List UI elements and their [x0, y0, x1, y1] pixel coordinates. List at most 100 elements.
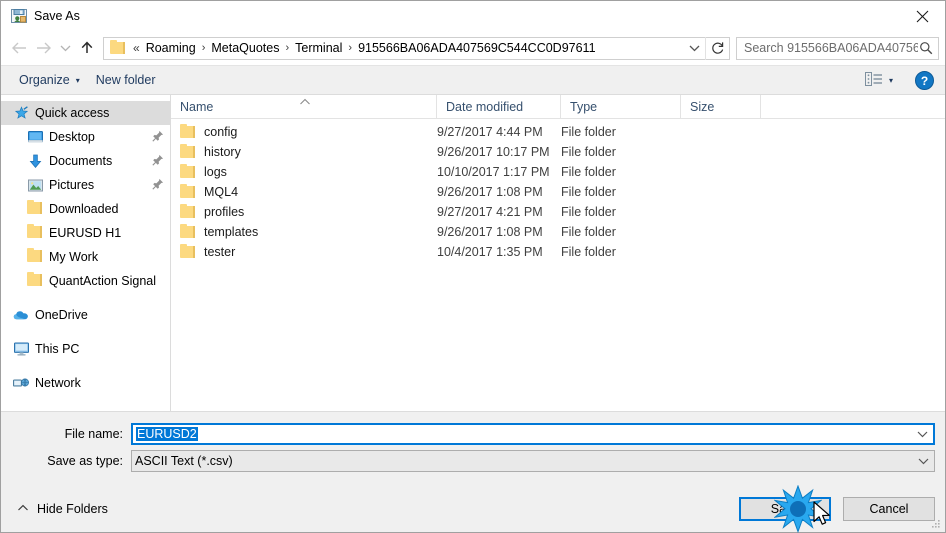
navigation-bar: « Roaming › MetaQuotes › Terminal › 9155…: [1, 31, 945, 65]
file-date: 9/27/2017 4:21 PM: [437, 205, 543, 219]
filename-input[interactable]: EURUSD2: [131, 423, 935, 445]
file-name-cell: profiles: [171, 204, 437, 219]
organize-button[interactable]: Organize ▾: [11, 70, 88, 90]
up-arrow-icon[interactable]: [75, 36, 99, 60]
folder-icon: [180, 184, 196, 199]
sidebar-item-network[interactable]: Network: [1, 371, 170, 395]
sidebar-item-documents[interactable]: Documents: [1, 149, 170, 173]
folder-icon: [27, 200, 43, 217]
this-pc-icon: [13, 341, 29, 357]
star-pin-icon: [13, 105, 29, 121]
forward-arrow-icon[interactable]: [31, 36, 55, 60]
save-as-dialog: Save As « Roaming › MetaQuotes › Termina…: [0, 0, 946, 533]
column-header-label: Type: [570, 99, 598, 114]
chevron-up-icon: [17, 504, 29, 515]
sidebar-item-my-work[interactable]: My Work: [1, 245, 170, 269]
filename-value-wrapper: EURUSD2: [133, 427, 198, 441]
save-button[interactable]: Save: [739, 497, 831, 521]
column-header-label: Name: [180, 99, 214, 114]
table-row[interactable]: config 9/27/2017 4:44 PM File folder: [171, 122, 945, 142]
breadcrumb-separator: ›: [201, 42, 206, 54]
filename-row: File name: EURUSD2: [11, 422, 935, 446]
cancel-button[interactable]: Cancel: [843, 497, 935, 521]
pin-icon[interactable]: [152, 154, 164, 169]
search-icon[interactable]: [918, 41, 934, 55]
hide-folders-button[interactable]: Hide Folders: [11, 502, 108, 516]
address-chevron-down-icon[interactable]: [683, 38, 705, 59]
sidebar-item-desktop[interactable]: Desktop: [1, 125, 170, 149]
file-type: File folder: [561, 225, 616, 239]
pin-icon[interactable]: [152, 178, 164, 193]
close-button[interactable]: [899, 1, 945, 31]
change-view-button[interactable]: ▾: [859, 70, 899, 91]
column-header-date-modified[interactable]: Date modified: [437, 94, 561, 119]
column-header-name[interactable]: Name: [171, 94, 437, 119]
filetype-select[interactable]: ASCII Text (*.csv): [131, 450, 935, 472]
address-bar[interactable]: « Roaming › MetaQuotes › Terminal › 9155…: [103, 36, 730, 60]
filetype-value: ASCII Text (*.csv): [135, 454, 233, 468]
onedrive-cloud-icon: [13, 307, 29, 323]
file-type: File folder: [561, 145, 616, 159]
file-type: File folder: [561, 165, 616, 179]
column-header-type[interactable]: Type: [561, 94, 681, 119]
breadcrumb-item-metaquotes[interactable]: MetaQuotes: [208, 40, 282, 56]
dialog-body: Quick access Desktop Documents Pictures …: [1, 94, 945, 411]
filename-chevron-down-icon[interactable]: [911, 425, 933, 443]
search-input[interactable]: Search 915566BA06ADA40756...: [744, 41, 918, 55]
filetype-row: Save as type: ASCII Text (*.csv): [11, 449, 935, 473]
title-bar: Save As: [1, 1, 945, 31]
organize-label: Organize: [19, 73, 70, 87]
file-name-cell: MQL4: [171, 184, 437, 199]
sidebar-item-quick-access[interactable]: Quick access: [1, 101, 170, 125]
help-icon[interactable]: ?: [913, 69, 935, 91]
breadcrumb-separator: ›: [348, 42, 353, 54]
breadcrumb: « Roaming › MetaQuotes › Terminal › 9155…: [132, 40, 683, 56]
table-row[interactable]: templates 9/26/2017 1:08 PM File folder: [171, 222, 945, 242]
sidebar-item-onedrive[interactable]: OneDrive: [1, 303, 170, 327]
resize-grip-icon[interactable]: [930, 518, 942, 530]
form-spacer: [11, 476, 935, 486]
sidebar-item-label: Desktop: [49, 130, 95, 144]
table-row[interactable]: MQL4 9/26/2017 1:08 PM File folder: [171, 182, 945, 202]
sidebar-item-label: QuantAction Signal: [49, 274, 157, 288]
breadcrumb-item-instance-id[interactable]: 915566BA06ADA407569C544CC0D97611: [355, 40, 598, 56]
sidebar-item-this-pc[interactable]: This PC: [1, 337, 170, 361]
search-box[interactable]: Search 915566BA06ADA40756...: [736, 36, 939, 60]
sidebar-item-label: Pictures: [49, 178, 95, 192]
table-row[interactable]: history 9/26/2017 10:17 PM File folder: [171, 142, 945, 162]
window-title: Save As: [34, 9, 80, 23]
sidebar-item-downloaded[interactable]: Downloaded: [1, 197, 170, 221]
sidebar-item-label: Network: [35, 376, 81, 390]
sidebar-group-divider: [1, 327, 170, 337]
new-folder-button[interactable]: New folder: [88, 70, 164, 90]
sidebar-item-pictures[interactable]: Pictures: [1, 173, 170, 197]
recent-locations-chevron-down-icon[interactable]: [55, 36, 75, 60]
sidebar-item-quantaction-signal[interactable]: QuantAction Signal: [1, 269, 170, 293]
view-chevron-down-icon: ▾: [888, 75, 893, 85]
folder-icon: [180, 204, 196, 219]
pin-icon[interactable]: [152, 130, 164, 145]
breadcrumb-item-roaming[interactable]: Roaming: [143, 40, 199, 56]
file-name-cell: config: [171, 124, 437, 139]
filetype-chevron-down-icon[interactable]: [912, 451, 934, 471]
refresh-icon[interactable]: [705, 36, 729, 60]
file-date: 9/26/2017 10:17 PM: [437, 145, 550, 159]
file-type: File folder: [561, 205, 616, 219]
breadcrumb-item-terminal[interactable]: Terminal: [292, 40, 345, 56]
table-row[interactable]: tester 10/4/2017 1:35 PM File folder: [171, 242, 945, 262]
breadcrumb-overflow[interactable]: «: [132, 41, 143, 55]
sidebar-item-label: EURUSD H1: [49, 226, 122, 240]
save-as-icon: [11, 8, 27, 24]
sidebar-item-eurusd-h1[interactable]: EURUSD H1: [1, 221, 170, 245]
column-header-size[interactable]: Size: [681, 94, 761, 119]
file-name: MQL4: [204, 185, 239, 199]
column-header-filler: [761, 95, 945, 119]
sidebar-item-label: OneDrive: [35, 308, 88, 322]
table-row[interactable]: logs 10/10/2017 1:17 PM File folder: [171, 162, 945, 182]
table-row[interactable]: profiles 9/27/2017 4:21 PM File folder: [171, 202, 945, 222]
back-arrow-icon[interactable]: [7, 36, 31, 60]
filetype-label: Save as type:: [47, 454, 123, 468]
save-label: Save: [770, 502, 800, 516]
folder-icon: [180, 164, 196, 179]
filename-label: File name:: [64, 427, 123, 441]
